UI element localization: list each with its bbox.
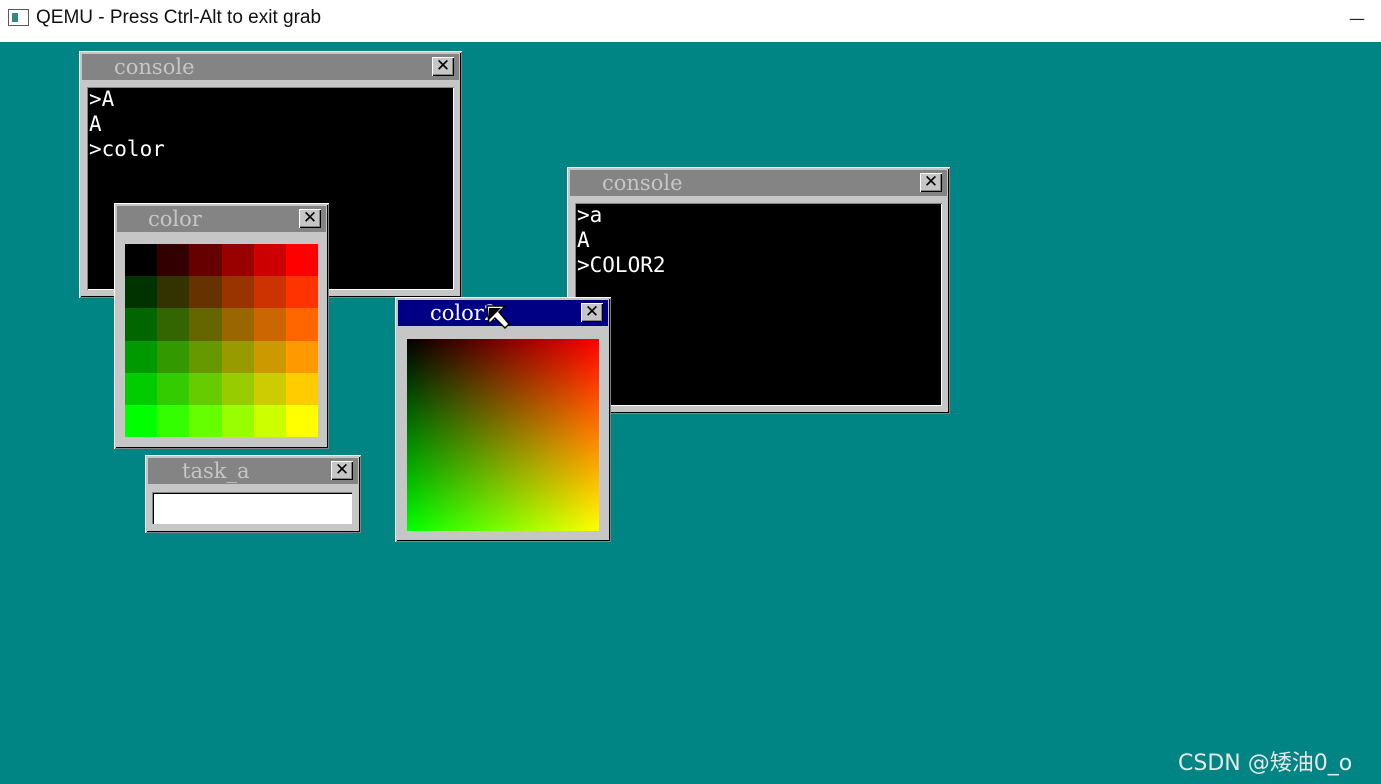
csdn-watermark: CSDN @矮油0_o	[1178, 751, 1353, 776]
console-2-screen[interactable]: >a A >COLOR2	[575, 203, 942, 406]
color-close-button[interactable]: ✕	[299, 209, 321, 228]
task-a-window[interactable]: task_a ✕	[145, 455, 361, 533]
palette-swatch	[157, 340, 190, 373]
console-1-line-3: >color	[89, 137, 165, 161]
palette-swatch	[253, 244, 286, 277]
console-1-line-1: >A	[89, 87, 115, 111]
palette-swatch	[221, 340, 254, 373]
console-2-line-2: A	[577, 228, 590, 252]
palette-swatch	[285, 276, 318, 309]
task-a-titlebar[interactable]: task_a ✕	[148, 458, 358, 484]
console-2-line-1: >a	[577, 203, 603, 227]
console-2-close-button[interactable]: ✕	[920, 173, 942, 192]
color-palette-grid	[125, 244, 318, 437]
mouse-cursor-icon	[486, 305, 511, 330]
palette-swatch	[221, 404, 254, 437]
palette-swatch	[285, 244, 318, 277]
palette-swatch	[157, 308, 190, 341]
app-window-icon	[8, 9, 29, 26]
console-1-close-button[interactable]: ✕	[432, 57, 454, 76]
console-2-titlebar[interactable]: console ✕	[570, 170, 947, 196]
palette-swatch	[189, 276, 222, 309]
task-a-close-button[interactable]: ✕	[331, 461, 353, 480]
palette-swatch	[157, 404, 190, 437]
palette-swatch	[253, 340, 286, 373]
desktop[interactable]: console ✕ >A A >color console ✕ >a A >CO…	[0, 42, 1381, 784]
task-a-title: task_a	[182, 459, 250, 483]
console-2-line-3: >COLOR2	[577, 253, 666, 277]
palette-swatch	[157, 372, 190, 405]
palette-swatch	[189, 372, 222, 405]
palette-swatch	[125, 244, 158, 277]
palette-swatch	[221, 372, 254, 405]
console-1-title: console	[114, 55, 195, 79]
console-1-titlebar[interactable]: console ✕	[82, 54, 459, 80]
palette-swatch	[125, 372, 158, 405]
color-title: color	[148, 207, 202, 231]
palette-swatch	[189, 404, 222, 437]
palette-swatch	[253, 372, 286, 405]
palette-swatch	[189, 340, 222, 373]
palette-swatch	[125, 276, 158, 309]
palette-swatch	[221, 276, 254, 309]
minimize-button[interactable]: —	[1345, 10, 1369, 28]
color-window[interactable]: color ✕	[114, 203, 329, 449]
palette-swatch	[285, 372, 318, 405]
palette-swatch	[221, 244, 254, 277]
palette-swatch	[253, 308, 286, 341]
console-2-title: console	[602, 171, 683, 195]
palette-swatch	[157, 276, 190, 309]
palette-swatch	[285, 340, 318, 373]
host-titlebar: QEMU - Press Ctrl-Alt to exit grab —	[0, 0, 1381, 42]
palette-swatch	[125, 340, 158, 373]
palette-swatch	[125, 404, 158, 437]
palette-swatch	[157, 244, 190, 277]
console-window-2[interactable]: console ✕ >a A >COLOR2	[567, 167, 950, 414]
palette-swatch	[285, 308, 318, 341]
color2-close-button[interactable]: ✕	[581, 303, 603, 322]
palette-swatch	[253, 404, 286, 437]
palette-swatch	[253, 276, 286, 309]
palette-swatch	[189, 308, 222, 341]
palette-swatch	[285, 404, 318, 437]
console-1-line-2: A	[89, 112, 102, 136]
palette-swatch	[189, 244, 222, 277]
color-titlebar[interactable]: color ✕	[117, 206, 326, 232]
palette-swatch	[125, 308, 158, 341]
palette-swatch	[221, 308, 254, 341]
task-a-input[interactable]	[152, 492, 352, 524]
color2-gradient-canvas	[407, 339, 599, 531]
host-window-title: QEMU - Press Ctrl-Alt to exit grab	[36, 7, 322, 28]
